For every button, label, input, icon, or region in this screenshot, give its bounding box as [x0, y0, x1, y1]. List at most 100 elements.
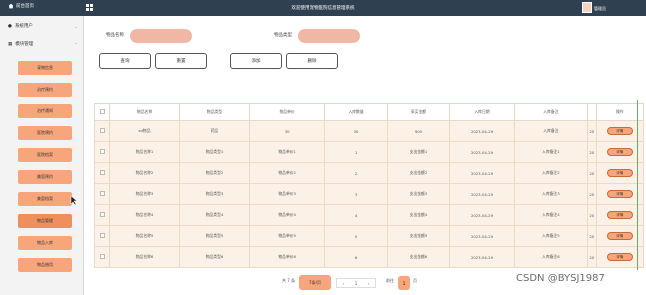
- table-cell: 20: [586, 141, 597, 163]
- table-row[interactable]: 物品名称3 物品类型3 物品单价3 3 支出金额3 2023-04-29 入库备注3 20 详情: [93, 183, 645, 205]
- table-cell: 物品名称2: [109, 162, 181, 184]
- table-cell: 物品单价4: [248, 204, 326, 226]
- main-content: 物品名称 物品类型 查询 重置 添加 删除 物品名称 物品类型 物品单价 入库数…: [84, 16, 646, 295]
- prev-page-button[interactable]: ‹: [342, 281, 344, 286]
- row-select-cell[interactable]: [93, 225, 111, 247]
- detail-button[interactable]: 详情: [606, 190, 633, 198]
- sidebar-item-treatment-notice[interactable]: 治疗通知: [18, 104, 72, 118]
- col-header: 采买金额: [386, 103, 451, 121]
- detail-button[interactable]: 详情: [606, 148, 633, 156]
- row-checkbox[interactable]: [99, 212, 105, 217]
- table-row[interactable]: 物品名称5 物品类型5 物品单价5 5 支出金额5 2023-04-29 入库备注5 20 详情: [93, 225, 645, 247]
- table-cell: 20: [586, 120, 597, 142]
- name-input[interactable]: [130, 29, 192, 43]
- table-cell: 2023-04-29: [449, 141, 515, 163]
- sidebar-item-hospital-record[interactable]: 医院档案: [18, 148, 72, 162]
- mouse-cursor-icon: [70, 196, 77, 206]
- row-select-cell[interactable]: [93, 183, 111, 205]
- table-cell: 物品类型1: [179, 141, 250, 163]
- add-button[interactable]: 添加: [230, 53, 282, 69]
- page-size-select[interactable]: 7条/页: [299, 275, 331, 290]
- table-row[interactable]: 物品名称6 物品类型6 物品单价6 6 支出金额6 2023-04-29 入库备注6 20 详情: [93, 246, 645, 268]
- sidebar-item-goods-manage[interactable]: 物品管理: [18, 214, 72, 228]
- table-cell: 20: [586, 204, 597, 226]
- goto-page-input[interactable]: 1: [398, 276, 410, 290]
- next-page-button[interactable]: ›: [368, 281, 370, 286]
- detail-button[interactable]: 详情: [606, 127, 633, 135]
- row-select-cell[interactable]: [93, 120, 111, 142]
- table-row[interactable]: sd物品 药品 30 30 900 2023-04-29 入库备注 20 详情: [93, 120, 645, 142]
- sidebar-item-grooming-booking[interactable]: 美容预约: [18, 170, 72, 184]
- sidebar-item-pet-info[interactable]: 宠物信息: [18, 61, 72, 75]
- table-cell: 物品名称3: [109, 183, 181, 205]
- page-number[interactable]: 1: [355, 281, 358, 286]
- table-cell: 入库备注2: [513, 162, 588, 184]
- table-cell: 2023-04-29: [449, 162, 515, 184]
- table-header-row: 物品名称 物品类型 物品单价 入库数量 采买金额 入库日期 入库备注 操作: [93, 103, 645, 121]
- table-cell: 物品单价1: [248, 141, 326, 163]
- col-header: 物品单价: [248, 103, 326, 121]
- detail-button[interactable]: 详情: [606, 253, 633, 261]
- system-title: 欢迎使用宠物医院信息管理系统: [291, 6, 355, 11]
- table-cell: 支出金额1: [386, 141, 451, 163]
- select-all-checkbox[interactable]: [99, 109, 105, 114]
- sidebar-item-goods-stock-in[interactable]: 物品入库: [18, 236, 72, 250]
- table-cell: 支出金额5: [386, 225, 451, 247]
- select-all-cell[interactable]: [93, 103, 111, 121]
- table-cell: 2: [324, 162, 388, 184]
- sidebar-group-label: 模块管理: [15, 42, 34, 47]
- table-cell: 5: [324, 225, 388, 247]
- col-header: 物品类型: [179, 103, 250, 121]
- table-row[interactable]: 物品名称1 物品类型1 物品单价1 1 支出金额1 2023-04-29 入库备注1 20 详情: [93, 141, 645, 163]
- row-checkbox[interactable]: [99, 170, 105, 175]
- row-select-cell[interactable]: [93, 246, 111, 268]
- row-select-cell[interactable]: [93, 162, 111, 184]
- sidebar-group-users[interactable]: ● 系统用户 ⌄: [0, 20, 84, 32]
- table-cell: 入库备注: [513, 120, 588, 142]
- pager-total: 共 7 条: [282, 278, 296, 283]
- table-row[interactable]: 物品名称2 物品类型2 物品单价2 2 支出金额2 2023-04-29 入库备注2 20 详情: [93, 162, 645, 184]
- row-select-cell[interactable]: [93, 204, 111, 226]
- avatar[interactable]: [582, 2, 592, 13]
- sidebar-item-goods-borrow[interactable]: 物品借用: [18, 258, 72, 272]
- detail-button[interactable]: 详情: [606, 169, 633, 177]
- table-row[interactable]: 物品名称4 物品类型4 物品单价4 4 支出金额4 2023-04-29 入库备注4 20 详情: [93, 204, 645, 226]
- detail-button[interactable]: 详情: [606, 232, 633, 240]
- table-cell: 物品类型3: [179, 183, 250, 205]
- goods-table: 物品名称 物品类型 物品单价 入库数量 采买金额 入库日期 入库备注 操作 sd…: [93, 103, 645, 268]
- table-cell: 物品名称6: [109, 246, 181, 268]
- table-cell: 物品单价2: [248, 162, 326, 184]
- row-checkbox[interactable]: [99, 254, 105, 259]
- sidebar-item-hospital-booking[interactable]: 医院预约: [18, 126, 72, 140]
- row-checkbox[interactable]: [99, 149, 105, 154]
- row-select-cell[interactable]: [93, 141, 111, 163]
- table-cell: 2023-04-29: [449, 183, 515, 205]
- table-cell: 物品类型2: [179, 162, 250, 184]
- goto-label: 前往: [386, 278, 394, 283]
- row-checkbox[interactable]: [99, 233, 105, 238]
- row-checkbox[interactable]: [99, 191, 105, 196]
- type-input[interactable]: [298, 29, 360, 43]
- table-cell: 入库备注4: [513, 204, 588, 226]
- detail-button[interactable]: 详情: [606, 211, 633, 219]
- delete-button[interactable]: 删除: [286, 53, 338, 69]
- table-cell: 支出金额4: [386, 204, 451, 226]
- table-cell: 支出金额3: [386, 183, 451, 205]
- sidebar-item-treatment-booking[interactable]: 治疗预约: [18, 83, 72, 97]
- scroll-indicator: [637, 100, 638, 270]
- user-name[interactable]: 管理员: [594, 6, 606, 12]
- table-cell: 物品单价6: [248, 246, 326, 268]
- table-cell: 2023-04-29: [449, 225, 515, 247]
- row-checkbox[interactable]: [99, 128, 105, 133]
- table-cell: 2023-04-29: [449, 204, 515, 226]
- col-header: 入库备注: [513, 103, 588, 121]
- chevron-up-icon: ⌃: [74, 41, 78, 47]
- query-button[interactable]: 查询: [99, 53, 151, 69]
- sidebar-item-grooming-record[interactable]: 美容档案: [18, 192, 72, 206]
- table-cell: 物品名称5: [109, 225, 181, 247]
- reset-button[interactable]: 重置: [155, 53, 207, 69]
- sidebar-group-modules[interactable]: ▦ 模块管理 ⌃: [0, 38, 84, 50]
- table-cell: 20: [586, 225, 597, 247]
- col-header: 入库日期: [449, 103, 515, 121]
- table-cell: 入库备注1: [513, 141, 588, 163]
